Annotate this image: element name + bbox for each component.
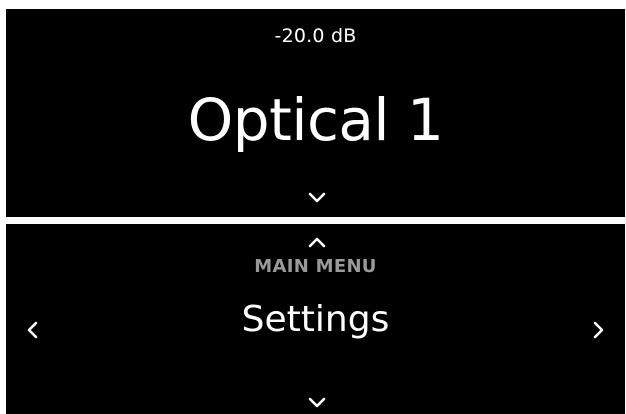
chevron-down-icon[interactable] bbox=[308, 192, 326, 204]
menu-item-settings[interactable]: Settings bbox=[6, 298, 625, 342]
input-source-name: Optical 1 bbox=[187, 86, 444, 154]
menu-title: MAIN MENU bbox=[254, 256, 377, 277]
now-playing-screen: -20.0 dB Optical 1 bbox=[6, 9, 625, 217]
chevron-up-icon[interactable] bbox=[308, 236, 326, 248]
main-menu-screen: MAIN MENU Settings bbox=[6, 224, 625, 414]
chevron-right-icon[interactable] bbox=[593, 321, 605, 339]
chevron-down-icon[interactable] bbox=[308, 397, 326, 409]
volume-level: -20.0 dB bbox=[274, 25, 357, 47]
